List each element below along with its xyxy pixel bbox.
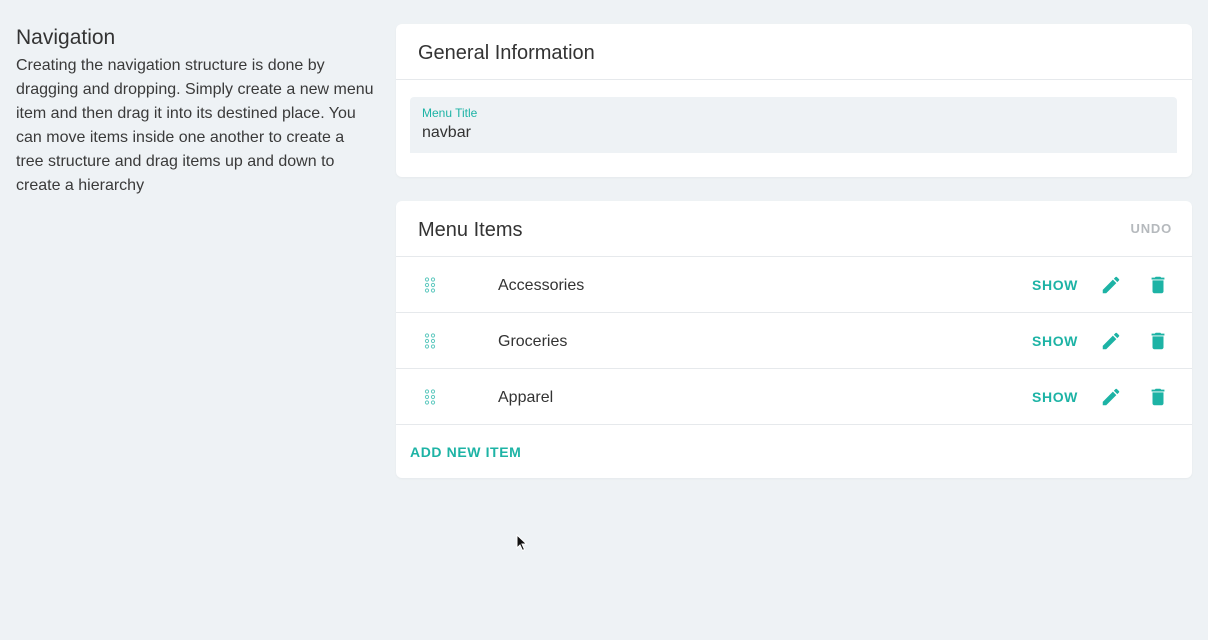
menu-item-row[interactable]: Accessories SHOW (396, 257, 1192, 313)
pencil-icon[interactable] (1100, 386, 1122, 408)
drag-handle-icon[interactable] (424, 389, 436, 405)
show-button[interactable]: SHOW (1032, 277, 1078, 293)
trash-icon[interactable] (1147, 274, 1169, 296)
pencil-icon[interactable] (1100, 330, 1122, 352)
show-button[interactable]: SHOW (1032, 333, 1078, 349)
menu-items-header: Menu Items UNDO (396, 201, 1192, 257)
mouse-cursor-icon (516, 534, 528, 552)
undo-button[interactable]: UNDO (1131, 221, 1172, 236)
menu-item-label: Apparel (498, 389, 554, 406)
menu-items-card: Menu Items UNDO Accessories SHOW Groceri… (396, 201, 1192, 478)
trash-icon[interactable] (1147, 330, 1169, 352)
menu-title-label: Menu Title (422, 106, 478, 120)
navigation-info: Navigation Creating the navigation struc… (16, 24, 376, 198)
trash-icon[interactable] (1147, 386, 1169, 408)
add-new-item-button[interactable]: ADD NEW ITEM (410, 444, 521, 460)
general-information-title: General Information (418, 42, 595, 64)
menu-item-label: Accessories (498, 277, 585, 294)
menu-title-field[interactable]: Menu Title (410, 97, 1177, 153)
general-information-card: General Information Menu Title (396, 24, 1192, 177)
general-information-header: General Information (396, 24, 1192, 80)
menu-title-input[interactable] (422, 123, 1122, 143)
navigation-description: Creating the navigation structure is don… (16, 57, 374, 194)
show-button[interactable]: SHOW (1032, 389, 1078, 405)
menu-item-row[interactable]: Apparel SHOW (396, 369, 1192, 425)
drag-handle-icon[interactable] (424, 277, 436, 293)
navigation-title: Navigation (16, 26, 116, 49)
menu-items-title: Menu Items (418, 219, 523, 241)
menu-item-row[interactable]: Groceries SHOW (396, 313, 1192, 369)
drag-handle-icon[interactable] (424, 333, 436, 349)
pencil-icon[interactable] (1100, 274, 1122, 296)
menu-item-label: Groceries (498, 333, 568, 350)
